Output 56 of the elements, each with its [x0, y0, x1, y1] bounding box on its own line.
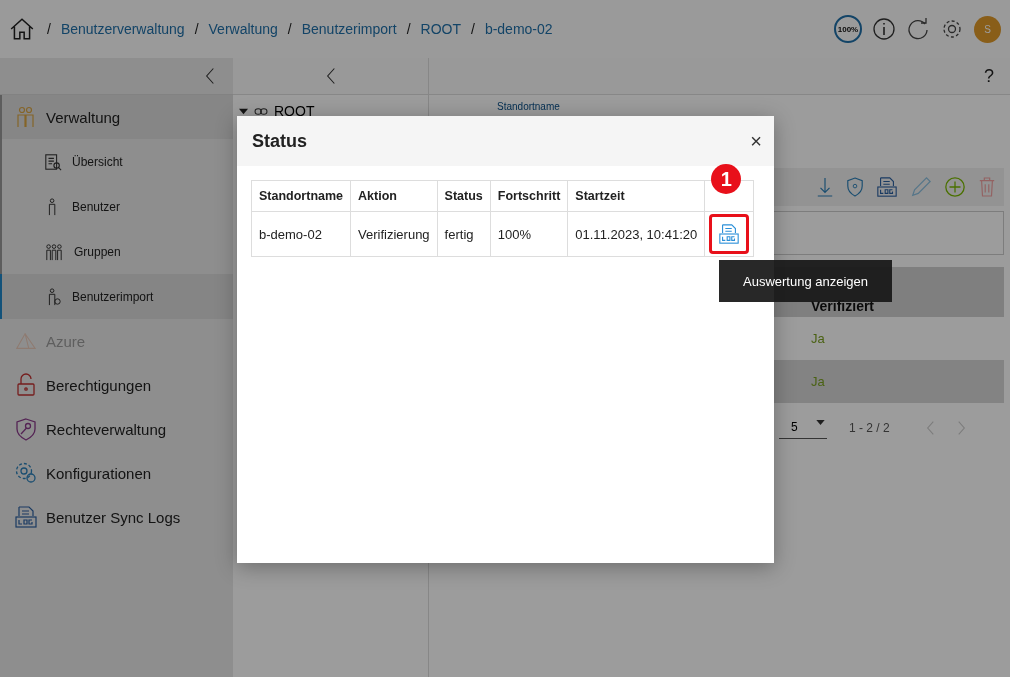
gear-icon — [14, 461, 38, 485]
breadcrumb-link[interactable]: Benutzerimport — [301, 21, 397, 37]
dialog-title: Status — [252, 130, 307, 152]
tree-node[interactable]: ROOT — [233, 95, 428, 127]
sidebar-subitem[interactable]: Benutzerimport — [0, 274, 233, 319]
page-range: 1 - 2 / 2 — [849, 421, 890, 435]
dropdown-arrow-icon[interactable] — [816, 419, 825, 425]
sidebar-item[interactable]: Benutzer Sync Logs — [0, 495, 233, 539]
column-header: Startzeit — [567, 180, 705, 212]
breadcrumb-separator: / — [406, 21, 411, 37]
shield-key-icon — [14, 417, 38, 441]
table-cell: 01.11.2023, 10:41:20 — [567, 211, 705, 257]
zoom-level-badge[interactable]: 100% — [834, 15, 862, 43]
breadcrumb-link[interactable]: b-demo-02 — [484, 21, 553, 37]
table-cell: Verifizierung — [350, 211, 438, 257]
field-label: Standortname — [497, 101, 561, 112]
table-cell: Ja — [811, 374, 825, 389]
sidebar-item[interactable]: Rechteverwaltung — [0, 407, 233, 451]
refresh-icon[interactable] — [906, 17, 930, 41]
chevron-left-icon[interactable] — [205, 67, 215, 85]
help-button[interactable]: ? — [984, 65, 994, 87]
breadcrumb-separator: / — [471, 21, 475, 37]
caret-icon[interactable] — [239, 106, 248, 116]
column-header: Standortname — [251, 180, 351, 212]
step-number-badge: 1 — [711, 164, 742, 194]
log-file-icon — [14, 505, 38, 529]
sidebar-item[interactable]: Konfigurationen — [0, 451, 233, 495]
column-header: Aktion — [350, 180, 438, 212]
chevron-left-icon[interactable] — [325, 67, 336, 85]
breadcrumb-link[interactable]: Verwaltung — [208, 21, 278, 37]
document-search-icon — [44, 152, 62, 171]
breadcrumb-separator: / — [47, 21, 51, 37]
page-size-select[interactable]: 5 — [779, 417, 827, 439]
close-button[interactable]: × — [746, 129, 766, 153]
column-header: Status — [437, 180, 491, 212]
sidebar-item[interactable]: Berechtigungen — [0, 363, 233, 407]
table-cell: fertig — [437, 211, 491, 257]
info-icon[interactable] — [872, 17, 896, 41]
show-log-button[interactable] — [709, 214, 750, 254]
column-header: Fortschritt — [490, 180, 568, 212]
log-file-icon[interactable] — [876, 176, 898, 198]
link-icon — [254, 106, 268, 116]
group-icon — [44, 242, 64, 261]
table-cell: 100% — [490, 211, 568, 257]
table-cell: b-demo-02 — [251, 211, 351, 257]
sidebar-item[interactable]: Verwaltung — [0, 95, 233, 139]
tooltip: Auswertung anzeigen — [719, 260, 892, 302]
padlock-icon — [14, 373, 38, 397]
breadcrumb-separator: / — [194, 21, 199, 37]
table-cell: Ja — [811, 331, 825, 346]
breadcrumb-separator: / — [287, 21, 292, 37]
log-file-icon — [718, 223, 741, 245]
home-icon[interactable] — [9, 16, 35, 42]
breadcrumb-link[interactable]: Benutzerverwaltung — [60, 21, 185, 37]
shield-icon[interactable] — [846, 176, 864, 198]
breadcrumb-link[interactable]: ROOT — [420, 21, 461, 37]
